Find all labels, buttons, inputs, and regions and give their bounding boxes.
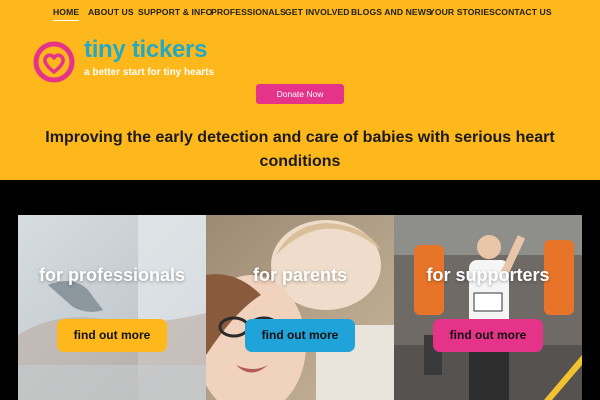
card-parents-title: for parents bbox=[252, 265, 348, 285]
nav-item-professionals[interactable]: PROFESSIONALS bbox=[211, 7, 286, 17]
professionals-photo bbox=[18, 215, 206, 400]
card-professionals-title: for professionals bbox=[38, 265, 186, 285]
card-supporters[interactable]: for supporters find out more bbox=[394, 215, 582, 400]
audience-cards: for professionals find out more for pare… bbox=[18, 215, 582, 400]
logo-tagline: a better start for tiny hearts bbox=[84, 67, 215, 78]
nav-item-about-us[interactable]: ABOUT US bbox=[88, 7, 134, 17]
parents-photo bbox=[206, 215, 394, 400]
page-headline: Improving the early detection and care o… bbox=[45, 129, 555, 170]
nav-item-support-info[interactable]: SUPPORT & INFO bbox=[138, 7, 212, 17]
nav-item-contact-us[interactable]: CONTACT US bbox=[495, 7, 552, 17]
card-parents-button[interactable]: find out more bbox=[245, 319, 355, 352]
card-supporters-title: for supporters bbox=[426, 265, 550, 285]
heart-in-circle-icon bbox=[33, 41, 75, 83]
card-parents[interactable]: for parents find out more bbox=[206, 215, 394, 400]
nav-item-blogs-and-news[interactable]: BLOGS AND NEWS bbox=[351, 7, 432, 17]
nav-item-get-involved[interactable]: GET INVOLVED bbox=[285, 7, 350, 17]
supporters-photo bbox=[394, 215, 582, 400]
card-professionals-button[interactable]: find out more bbox=[57, 319, 167, 352]
logo-wordmark: tiny tickers bbox=[84, 36, 208, 63]
card-supporters-button[interactable]: find out more bbox=[433, 319, 543, 352]
nav-item-home[interactable]: HOME bbox=[53, 7, 80, 21]
site-logo[interactable]: tiny tickers a better start for tiny hea… bbox=[30, 36, 230, 86]
donate-button[interactable]: Donate Now bbox=[256, 84, 344, 104]
card-professionals[interactable]: for professionals find out more bbox=[18, 215, 206, 400]
hero-section: HOME ABOUT US SUPPORT & INFO PROFESSIONA… bbox=[0, 0, 600, 180]
main-nav: HOME ABOUT US SUPPORT & INFO PROFESSIONA… bbox=[0, 0, 600, 24]
nav-item-your-stories[interactable]: YOUR STORIES bbox=[429, 7, 495, 17]
